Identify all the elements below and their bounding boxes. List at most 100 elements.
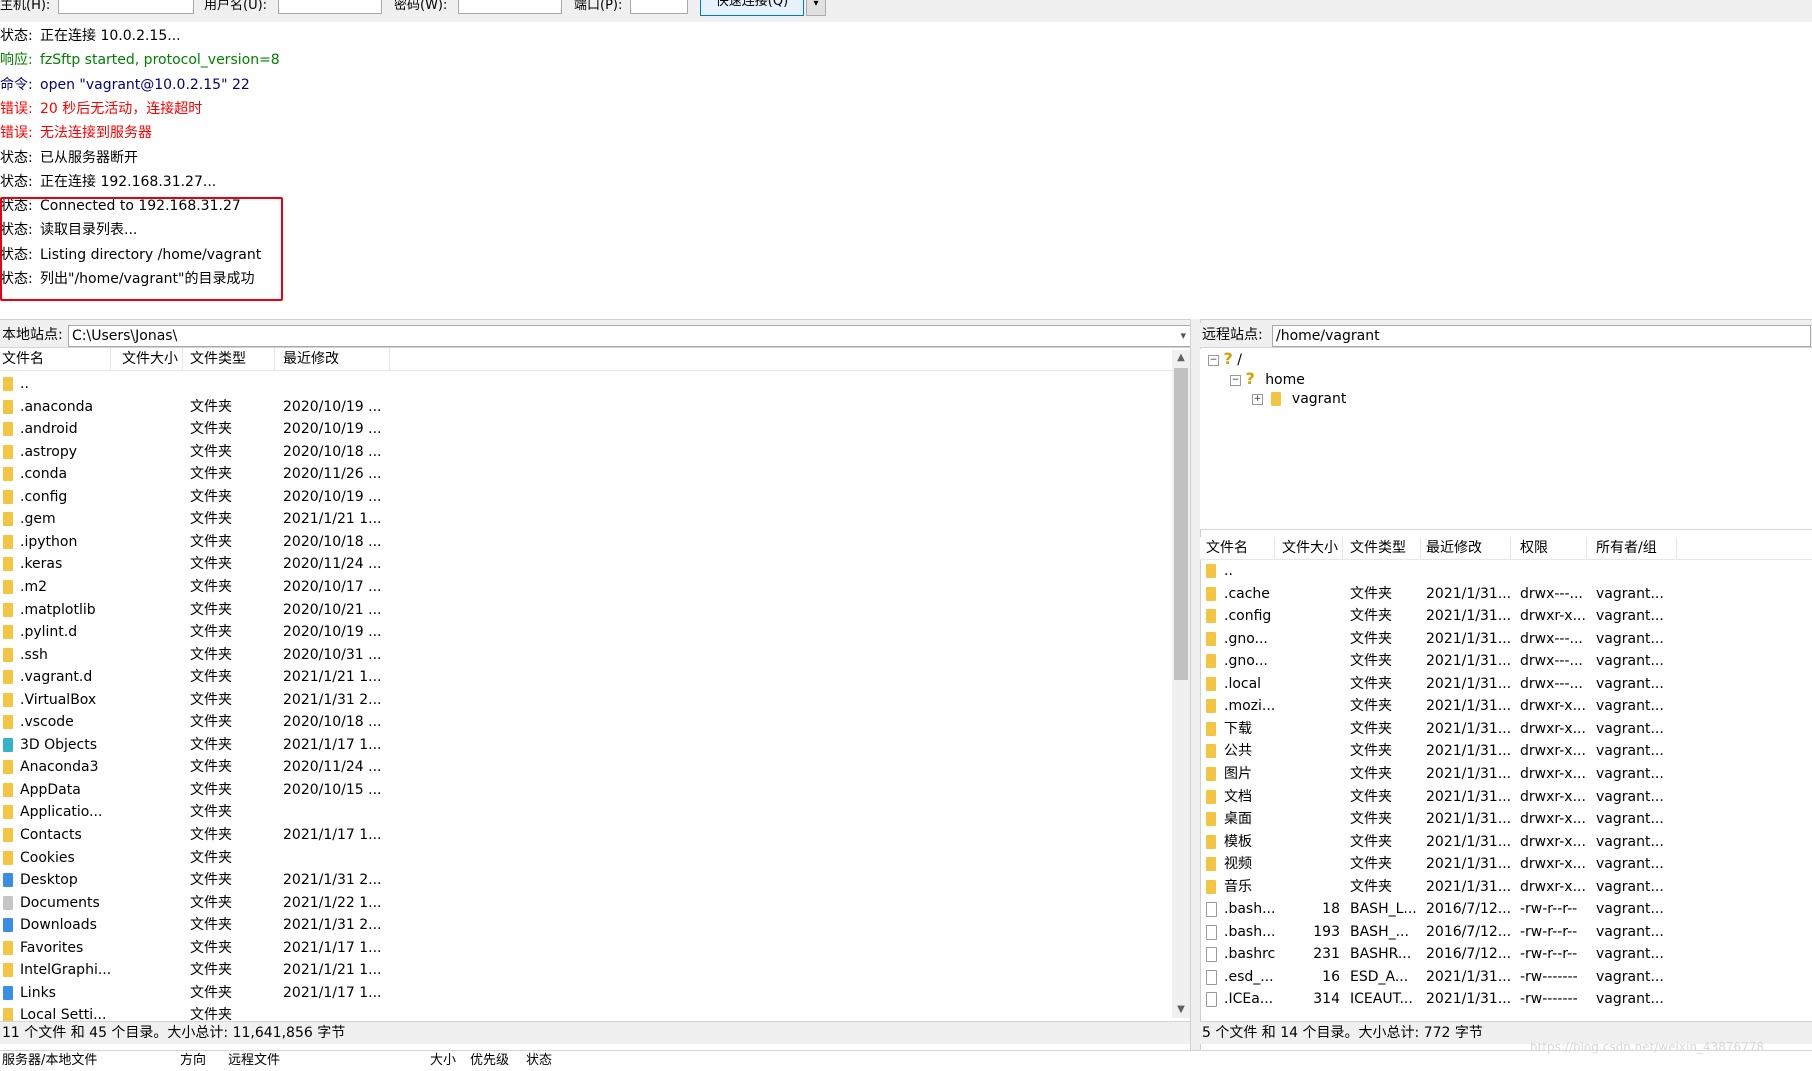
table-row[interactable]: .m2 文件夹 2020/10/17 ...	[0, 576, 1170, 599]
collapse-icon[interactable]: −	[1208, 354, 1219, 366]
table-row[interactable]: .ipython 文件夹 2020/10/18 ...	[0, 531, 1170, 554]
quickconnect-button[interactable]: 快速连接(Q)	[700, 0, 804, 16]
host-input[interactable]	[58, 0, 194, 14]
tree-node-vagrant[interactable]: + vagrant	[1252, 389, 1346, 409]
file-modified: 2021/1/31...	[1426, 811, 1512, 828]
tree-node-home[interactable]: − ? home	[1230, 369, 1305, 389]
local-col-modified[interactable]: 最近修改	[283, 348, 390, 370]
table-row[interactable]: 公共 文件夹 2021/1/31... drwxr-x... vagrant...	[1200, 740, 1812, 763]
table-row[interactable]: .matplotlib 文件夹 2020/10/21 ...	[0, 599, 1170, 622]
table-row[interactable]: Anaconda3 文件夹 2020/11/24 ...	[0, 756, 1170, 779]
table-row[interactable]: Favorites 文件夹 2021/1/17 1...	[0, 937, 1170, 960]
file-modified: 2021/1/31 2...	[283, 691, 382, 708]
table-row[interactable]: .bash... 18 BASH_L... 2016/7/12... -rw-r--r-…	[1200, 898, 1812, 921]
log-line: 状态: 正在连接 192.168.31.27...	[0, 170, 216, 194]
table-row[interactable]: .pylint.d 文件夹 2020/10/19 ...	[0, 621, 1170, 644]
table-row[interactable]: .config 文件夹 2021/1/31... drwxr-x... vagrant.…	[1200, 605, 1812, 628]
table-row[interactable]: 桌面 文件夹 2021/1/31... drwxr-x... vagrant...	[1200, 808, 1812, 831]
table-row[interactable]: .vagrant.d 文件夹 2021/1/21 1...	[0, 666, 1170, 689]
table-row[interactable]: .ICEa... 314 ICEAUT... 2021/1/31... -rw-----…	[1200, 988, 1812, 1011]
collapse-icon[interactable]: −	[1230, 374, 1241, 386]
table-row[interactable]: ..	[0, 373, 1170, 396]
file-name: .anaconda	[20, 398, 94, 415]
table-row[interactable]: Links 文件夹 2021/1/17 1...	[0, 982, 1170, 1005]
log-text: 正在连接 10.0.2.15...	[40, 28, 181, 44]
table-row[interactable]: .config 文件夹 2020/10/19 ...	[0, 486, 1170, 509]
file-name: .cache	[1224, 585, 1270, 602]
scroll-up-icon[interactable]: ▲	[1172, 350, 1190, 366]
log-prefix: 状态:	[0, 149, 33, 166]
queue-col-server[interactable]: 服务器/本地文件	[2, 1051, 97, 1071]
table-row[interactable]: .bash... 193 BASH_... 2016/7/12... -rw-r--r-…	[1200, 921, 1812, 944]
local-scrollbar-thumb[interactable]	[1174, 368, 1188, 680]
table-row[interactable]: Applicatio... 文件夹	[0, 801, 1170, 824]
remote-col-perm[interactable]: 权限	[1520, 537, 1587, 559]
table-row[interactable]: .local 文件夹 2021/1/31... drwx---... vagrant..…	[1200, 673, 1812, 696]
file-icon	[1206, 992, 1217, 1008]
table-row[interactable]: .gem 文件夹 2021/1/21 1...	[0, 508, 1170, 531]
file-name: Applicatio...	[20, 804, 103, 821]
table-row[interactable]: .esd_... 16 ESD_A... 2021/1/31... -rw-------…	[1200, 966, 1812, 989]
table-row[interactable]: AppData 文件夹 2020/10/15 ...	[0, 779, 1170, 802]
remote-col-type[interactable]: 文件类型	[1350, 537, 1421, 559]
remote-tree[interactable]: − ? / − ? home + vagrant	[1200, 349, 1812, 530]
table-row[interactable]: 图片 文件夹 2021/1/31... drwxr-x... vagrant...	[1200, 763, 1812, 786]
remote-col-owner[interactable]: 所有者/组	[1596, 537, 1677, 559]
table-row[interactable]: .ssh 文件夹 2020/10/31 ...	[0, 644, 1170, 667]
queue-col-priority[interactable]: 优先级	[470, 1051, 509, 1071]
table-row[interactable]: Desktop 文件夹 2021/1/31 2...	[0, 869, 1170, 892]
table-row[interactable]: .gno... 文件夹 2021/1/31... drwx---... vagrant.…	[1200, 650, 1812, 673]
table-row[interactable]: .VirtualBox 文件夹 2021/1/31 2...	[0, 689, 1170, 712]
log-line: 响应: fzSftp started, protocol_version=8	[0, 48, 280, 72]
table-row[interactable]: Documents 文件夹 2021/1/22 1...	[0, 892, 1170, 915]
queue-col-size[interactable]: 大小	[430, 1051, 456, 1071]
local-col-name[interactable]: 文件名	[2, 348, 111, 370]
file-name: Downloads	[20, 917, 97, 934]
tree-node-root[interactable]: − ? /	[1208, 349, 1242, 369]
table-row[interactable]: .conda 文件夹 2020/11/26 ...	[0, 463, 1170, 486]
table-row[interactable]: .bashrc 231 BASHR... 2016/7/12... -rw-r--r--…	[1200, 943, 1812, 966]
local-path-input[interactable]: C:\Users\Jonas\ ▾	[68, 325, 1191, 347]
remote-path-input[interactable]: /home/vagrant	[1272, 325, 1811, 347]
table-row[interactable]: 音乐 文件夹 2021/1/31... drwxr-x... vagrant...	[1200, 876, 1812, 899]
table-row[interactable]: Downloads 文件夹 2021/1/31 2...	[0, 914, 1170, 937]
table-row[interactable]: .mozi... 文件夹 2021/1/31... drwxr-x... vagrant…	[1200, 695, 1812, 718]
remote-col-name[interactable]: 文件名	[1206, 537, 1275, 559]
scroll-down-icon[interactable]: ▼	[1172, 1002, 1190, 1018]
table-row[interactable]: IntelGraphi... 文件夹 2021/1/21 1...	[0, 959, 1170, 982]
file-name: AppData	[20, 781, 81, 798]
remote-col-size[interactable]: 文件大小	[1282, 537, 1343, 559]
local-col-type[interactable]: 文件类型	[190, 348, 275, 370]
table-row[interactable]: .cache 文件夹 2021/1/31... drwx---... vagrant..…	[1200, 583, 1812, 606]
table-row[interactable]: 文档 文件夹 2021/1/31... drwxr-x... vagrant...	[1200, 786, 1812, 809]
table-row[interactable]: Cookies 文件夹	[0, 847, 1170, 870]
table-row[interactable]: ..	[1200, 560, 1812, 583]
table-row[interactable]: 下载 文件夹 2021/1/31... drwxr-x... vagrant...	[1200, 718, 1812, 741]
local-col-size[interactable]: 文件大小	[122, 348, 183, 370]
port-input[interactable]	[630, 0, 688, 14]
remote-col-modified[interactable]: 最近修改	[1426, 537, 1511, 559]
file-size: 231	[1313, 946, 1340, 963]
quickconnect-dropdown[interactable]: ▾	[806, 0, 826, 16]
table-row[interactable]: Contacts 文件夹 2021/1/17 1...	[0, 824, 1170, 847]
queue-col-status[interactable]: 状态	[526, 1051, 552, 1071]
password-input[interactable]	[458, 0, 562, 14]
log-text: 正在连接 192.168.31.27...	[40, 173, 217, 190]
user-input[interactable]	[278, 0, 382, 14]
queue-col-direction[interactable]: 方向	[180, 1051, 206, 1071]
file-permissions: drwx---...	[1520, 675, 1583, 692]
table-row[interactable]: .android 文件夹 2020/10/19 ...	[0, 418, 1170, 441]
table-row[interactable]: .keras 文件夹 2020/11/24 ...	[0, 553, 1170, 576]
table-row[interactable]: .astropy 文件夹 2020/10/18 ...	[0, 441, 1170, 464]
expand-icon[interactable]: +	[1252, 393, 1263, 405]
table-row[interactable]: 3D Objects 文件夹 2021/1/17 1...	[0, 734, 1170, 757]
chevron-down-icon[interactable]: ▾	[1180, 326, 1186, 346]
table-row[interactable]: .gno... 文件夹 2021/1/31... drwx---... vagrant.…	[1200, 628, 1812, 651]
file-permissions: drwxr-x...	[1520, 720, 1586, 737]
table-row[interactable]: .vscode 文件夹 2020/10/18 ...	[0, 711, 1170, 734]
table-row[interactable]: 视频 文件夹 2021/1/31... drwxr-x... vagrant...	[1200, 853, 1812, 876]
queue-col-remote[interactable]: 远程文件	[228, 1051, 280, 1071]
table-row[interactable]: .anaconda 文件夹 2020/10/19 ...	[0, 396, 1170, 419]
table-row[interactable]: 模板 文件夹 2021/1/31... drwxr-x... vagrant...	[1200, 831, 1812, 854]
file-type: 文件夹	[190, 556, 232, 573]
